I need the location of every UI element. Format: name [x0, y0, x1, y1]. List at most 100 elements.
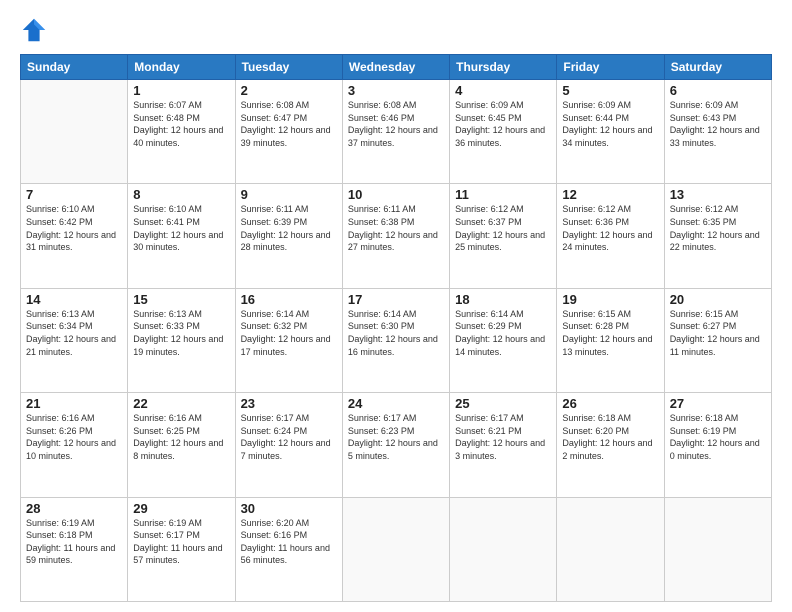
- day-info: Sunrise: 6:15 AM Sunset: 6:27 PM Dayligh…: [670, 308, 766, 358]
- calendar-cell: [21, 80, 128, 184]
- day-number: 16: [241, 292, 337, 307]
- logo: [20, 16, 50, 44]
- day-info: Sunrise: 6:20 AM Sunset: 6:16 PM Dayligh…: [241, 517, 337, 567]
- day-info: Sunrise: 6:18 AM Sunset: 6:19 PM Dayligh…: [670, 412, 766, 462]
- week-row-2: 7Sunrise: 6:10 AM Sunset: 6:42 PM Daylig…: [21, 184, 772, 288]
- calendar-cell: 8Sunrise: 6:10 AM Sunset: 6:41 PM Daylig…: [128, 184, 235, 288]
- calendar-cell: 17Sunrise: 6:14 AM Sunset: 6:30 PM Dayli…: [342, 288, 449, 392]
- logo-icon: [20, 16, 48, 44]
- weekday-header-thursday: Thursday: [450, 55, 557, 80]
- day-info: Sunrise: 6:14 AM Sunset: 6:29 PM Dayligh…: [455, 308, 551, 358]
- calendar-cell: [450, 497, 557, 601]
- calendar-cell: [342, 497, 449, 601]
- calendar-cell: 16Sunrise: 6:14 AM Sunset: 6:32 PM Dayli…: [235, 288, 342, 392]
- calendar-cell: [664, 497, 771, 601]
- weekday-header-row: SundayMondayTuesdayWednesdayThursdayFrid…: [21, 55, 772, 80]
- day-info: Sunrise: 6:08 AM Sunset: 6:46 PM Dayligh…: [348, 99, 444, 149]
- calendar-cell: 10Sunrise: 6:11 AM Sunset: 6:38 PM Dayli…: [342, 184, 449, 288]
- day-info: Sunrise: 6:15 AM Sunset: 6:28 PM Dayligh…: [562, 308, 658, 358]
- header: [20, 16, 772, 44]
- day-info: Sunrise: 6:11 AM Sunset: 6:38 PM Dayligh…: [348, 203, 444, 253]
- weekday-header-wednesday: Wednesday: [342, 55, 449, 80]
- week-row-5: 28Sunrise: 6:19 AM Sunset: 6:18 PM Dayli…: [21, 497, 772, 601]
- day-number: 6: [670, 83, 766, 98]
- week-row-3: 14Sunrise: 6:13 AM Sunset: 6:34 PM Dayli…: [21, 288, 772, 392]
- day-info: Sunrise: 6:13 AM Sunset: 6:33 PM Dayligh…: [133, 308, 229, 358]
- day-number: 7: [26, 187, 122, 202]
- calendar-cell: 29Sunrise: 6:19 AM Sunset: 6:17 PM Dayli…: [128, 497, 235, 601]
- calendar-cell: 26Sunrise: 6:18 AM Sunset: 6:20 PM Dayli…: [557, 393, 664, 497]
- day-info: Sunrise: 6:13 AM Sunset: 6:34 PM Dayligh…: [26, 308, 122, 358]
- calendar-cell: 27Sunrise: 6:18 AM Sunset: 6:19 PM Dayli…: [664, 393, 771, 497]
- calendar-cell: 2Sunrise: 6:08 AM Sunset: 6:47 PM Daylig…: [235, 80, 342, 184]
- page: SundayMondayTuesdayWednesdayThursdayFrid…: [0, 0, 792, 612]
- day-info: Sunrise: 6:18 AM Sunset: 6:20 PM Dayligh…: [562, 412, 658, 462]
- day-info: Sunrise: 6:17 AM Sunset: 6:23 PM Dayligh…: [348, 412, 444, 462]
- day-info: Sunrise: 6:10 AM Sunset: 6:41 PM Dayligh…: [133, 203, 229, 253]
- day-number: 25: [455, 396, 551, 411]
- day-info: Sunrise: 6:09 AM Sunset: 6:45 PM Dayligh…: [455, 99, 551, 149]
- day-info: Sunrise: 6:16 AM Sunset: 6:26 PM Dayligh…: [26, 412, 122, 462]
- day-number: 20: [670, 292, 766, 307]
- day-number: 5: [562, 83, 658, 98]
- day-number: 8: [133, 187, 229, 202]
- calendar-cell: [557, 497, 664, 601]
- day-number: 22: [133, 396, 229, 411]
- weekday-header-saturday: Saturday: [664, 55, 771, 80]
- day-number: 19: [562, 292, 658, 307]
- day-number: 29: [133, 501, 229, 516]
- calendar-cell: 12Sunrise: 6:12 AM Sunset: 6:36 PM Dayli…: [557, 184, 664, 288]
- calendar-cell: 20Sunrise: 6:15 AM Sunset: 6:27 PM Dayli…: [664, 288, 771, 392]
- day-info: Sunrise: 6:19 AM Sunset: 6:18 PM Dayligh…: [26, 517, 122, 567]
- day-info: Sunrise: 6:12 AM Sunset: 6:37 PM Dayligh…: [455, 203, 551, 253]
- day-info: Sunrise: 6:14 AM Sunset: 6:30 PM Dayligh…: [348, 308, 444, 358]
- week-row-1: 1Sunrise: 6:07 AM Sunset: 6:48 PM Daylig…: [21, 80, 772, 184]
- calendar-cell: 1Sunrise: 6:07 AM Sunset: 6:48 PM Daylig…: [128, 80, 235, 184]
- day-info: Sunrise: 6:17 AM Sunset: 6:21 PM Dayligh…: [455, 412, 551, 462]
- day-number: 27: [670, 396, 766, 411]
- calendar-cell: 30Sunrise: 6:20 AM Sunset: 6:16 PM Dayli…: [235, 497, 342, 601]
- day-number: 26: [562, 396, 658, 411]
- day-number: 15: [133, 292, 229, 307]
- calendar-cell: 5Sunrise: 6:09 AM Sunset: 6:44 PM Daylig…: [557, 80, 664, 184]
- day-info: Sunrise: 6:12 AM Sunset: 6:36 PM Dayligh…: [562, 203, 658, 253]
- calendar-cell: 6Sunrise: 6:09 AM Sunset: 6:43 PM Daylig…: [664, 80, 771, 184]
- day-info: Sunrise: 6:17 AM Sunset: 6:24 PM Dayligh…: [241, 412, 337, 462]
- calendar-cell: 25Sunrise: 6:17 AM Sunset: 6:21 PM Dayli…: [450, 393, 557, 497]
- calendar-cell: 19Sunrise: 6:15 AM Sunset: 6:28 PM Dayli…: [557, 288, 664, 392]
- weekday-header-tuesday: Tuesday: [235, 55, 342, 80]
- calendar-cell: 23Sunrise: 6:17 AM Sunset: 6:24 PM Dayli…: [235, 393, 342, 497]
- day-info: Sunrise: 6:09 AM Sunset: 6:43 PM Dayligh…: [670, 99, 766, 149]
- day-number: 18: [455, 292, 551, 307]
- calendar-cell: 18Sunrise: 6:14 AM Sunset: 6:29 PM Dayli…: [450, 288, 557, 392]
- day-info: Sunrise: 6:10 AM Sunset: 6:42 PM Dayligh…: [26, 203, 122, 253]
- day-info: Sunrise: 6:08 AM Sunset: 6:47 PM Dayligh…: [241, 99, 337, 149]
- calendar-cell: 14Sunrise: 6:13 AM Sunset: 6:34 PM Dayli…: [21, 288, 128, 392]
- day-info: Sunrise: 6:19 AM Sunset: 6:17 PM Dayligh…: [133, 517, 229, 567]
- day-number: 30: [241, 501, 337, 516]
- day-number: 28: [26, 501, 122, 516]
- day-number: 2: [241, 83, 337, 98]
- calendar-cell: 11Sunrise: 6:12 AM Sunset: 6:37 PM Dayli…: [450, 184, 557, 288]
- weekday-header-monday: Monday: [128, 55, 235, 80]
- day-number: 12: [562, 187, 658, 202]
- calendar-cell: 22Sunrise: 6:16 AM Sunset: 6:25 PM Dayli…: [128, 393, 235, 497]
- day-number: 3: [348, 83, 444, 98]
- day-info: Sunrise: 6:16 AM Sunset: 6:25 PM Dayligh…: [133, 412, 229, 462]
- calendar-cell: 4Sunrise: 6:09 AM Sunset: 6:45 PM Daylig…: [450, 80, 557, 184]
- calendar-cell: 28Sunrise: 6:19 AM Sunset: 6:18 PM Dayli…: [21, 497, 128, 601]
- calendar-cell: 24Sunrise: 6:17 AM Sunset: 6:23 PM Dayli…: [342, 393, 449, 497]
- day-info: Sunrise: 6:09 AM Sunset: 6:44 PM Dayligh…: [562, 99, 658, 149]
- day-info: Sunrise: 6:12 AM Sunset: 6:35 PM Dayligh…: [670, 203, 766, 253]
- weekday-header-sunday: Sunday: [21, 55, 128, 80]
- calendar-cell: 13Sunrise: 6:12 AM Sunset: 6:35 PM Dayli…: [664, 184, 771, 288]
- calendar-cell: 3Sunrise: 6:08 AM Sunset: 6:46 PM Daylig…: [342, 80, 449, 184]
- day-number: 21: [26, 396, 122, 411]
- day-number: 11: [455, 187, 551, 202]
- day-number: 17: [348, 292, 444, 307]
- calendar-table: SundayMondayTuesdayWednesdayThursdayFrid…: [20, 54, 772, 602]
- day-number: 10: [348, 187, 444, 202]
- day-number: 13: [670, 187, 766, 202]
- day-number: 9: [241, 187, 337, 202]
- week-row-4: 21Sunrise: 6:16 AM Sunset: 6:26 PM Dayli…: [21, 393, 772, 497]
